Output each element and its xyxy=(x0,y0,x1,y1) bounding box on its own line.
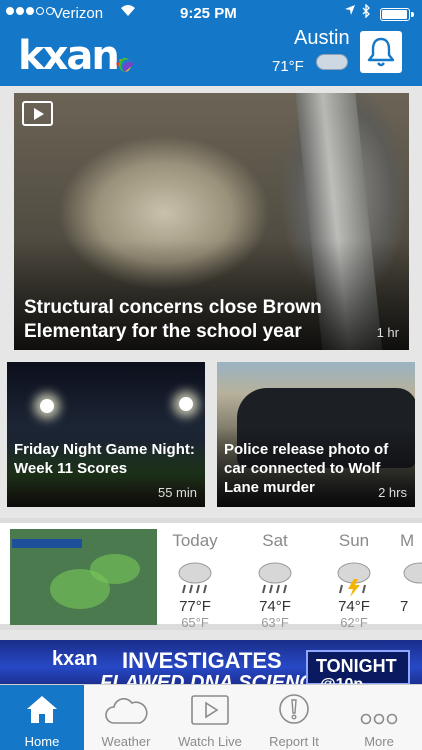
location-arrow-icon xyxy=(344,4,356,19)
promo-tonight: TONIGHT xyxy=(316,656,397,676)
tab-more[interactable]: More xyxy=(336,685,422,750)
forecast-high: 74°F xyxy=(338,598,370,615)
rain-cloud-icon xyxy=(400,557,422,597)
forecast-low: 65°F xyxy=(181,615,209,630)
stadium-light xyxy=(40,399,54,413)
forecast-day-name: Today xyxy=(172,531,218,550)
forecast-low: 62°F xyxy=(340,615,368,630)
cloud-icon xyxy=(84,685,168,725)
forecast-day-name: Sat xyxy=(262,531,288,550)
exclamation-icon xyxy=(252,685,336,725)
stadium-light xyxy=(179,397,193,411)
tab-bar: Home Weather Watch Live Report It More xyxy=(0,684,422,750)
thunderstorm-icon xyxy=(334,557,374,597)
story-card-football[interactable]: Friday Night Game Night: Week 11 Scores … xyxy=(7,362,205,507)
weather-city[interactable]: Austin xyxy=(294,27,350,50)
bluetooth-icon xyxy=(362,3,371,21)
tab-watch-live[interactable]: Watch Live xyxy=(168,685,252,750)
story-timestamp: 55 min xyxy=(157,485,197,500)
battery-icon xyxy=(380,8,414,21)
wifi-icon xyxy=(120,4,136,20)
more-dots-icon xyxy=(336,685,422,725)
tab-report-it[interactable]: Report It xyxy=(252,685,336,750)
app-header: Verizon 9:25 PM kxan Austin 71°F xyxy=(0,0,422,86)
promo-title: INVESTIGATES xyxy=(122,648,282,673)
kxan-logo[interactable]: kxan xyxy=(18,36,120,76)
tab-weather[interactable]: Weather xyxy=(84,685,168,750)
tab-label: Home xyxy=(24,734,60,749)
promo-brand: kxan xyxy=(52,648,98,670)
nbc-peacock-icon xyxy=(116,58,134,72)
forecast-high: 77°F xyxy=(179,598,211,615)
tab-label: More xyxy=(364,734,394,749)
story-timestamp: 2 hrs xyxy=(378,485,407,500)
forecast-day[interactable]: M 7 xyxy=(400,531,422,615)
carrier-name: Verizon xyxy=(53,5,104,22)
video-play-icon xyxy=(22,101,53,126)
forecast-day[interactable]: Today 77°F 65°F xyxy=(162,531,228,630)
hero-headline: Structural concerns close Brown Elementa… xyxy=(24,297,322,342)
app-screen: Verizon 9:25 PM kxan Austin 71°F Structu… xyxy=(0,0,422,750)
forecast-strip[interactable]: Today 77°F 65°F Sat 74°F 63°F Sun 74°F 6… xyxy=(0,518,422,630)
rain-cloud-icon xyxy=(255,557,295,597)
forecast-low: 63°F xyxy=(261,615,289,630)
story-card-police[interactable]: Police release photo of car connected to… xyxy=(217,362,415,507)
status-bar: Verizon 9:25 PM xyxy=(0,0,422,28)
tab-home[interactable]: Home xyxy=(0,685,84,750)
rain-cloud-icon xyxy=(175,557,215,597)
bell-icon xyxy=(367,37,395,67)
forecast-day-name: M xyxy=(400,531,415,550)
signal-strength-icon xyxy=(6,7,54,15)
promo-banner[interactable]: kxan INVESTIGATES FLAWED DNA SCIENCE TON… xyxy=(0,640,422,685)
radar-map-thumbnail[interactable] xyxy=(10,529,157,625)
story-headline: Friday Night Game Night: Week 11 Scores xyxy=(14,441,195,477)
tab-label: Report It xyxy=(269,734,319,749)
alerts-button[interactable] xyxy=(360,31,402,73)
forecast-high: 74°F xyxy=(259,598,291,615)
hero-timestamp: 1 hr xyxy=(376,325,399,340)
promo-airtime-badge: TONIGHT @10p xyxy=(306,650,410,685)
clock: 9:25 PM xyxy=(180,5,237,22)
forecast-high: 7 xyxy=(400,598,409,615)
play-icon xyxy=(168,685,252,725)
current-temperature[interactable]: 71°F xyxy=(272,58,304,75)
forecast-day[interactable]: Sat 74°F 63°F xyxy=(242,531,308,630)
tab-label: Watch Live xyxy=(178,734,242,749)
battery-fill xyxy=(382,10,407,19)
forecast-day-name: Sun xyxy=(338,531,370,550)
tab-label: Weather xyxy=(101,734,151,749)
hero-story[interactable]: Structural concerns close Brown Elementa… xyxy=(14,93,409,350)
forecast-day[interactable]: Sun 74°F 62°F xyxy=(321,531,387,630)
cloudy-icon xyxy=(316,54,348,70)
home-icon xyxy=(0,685,84,725)
